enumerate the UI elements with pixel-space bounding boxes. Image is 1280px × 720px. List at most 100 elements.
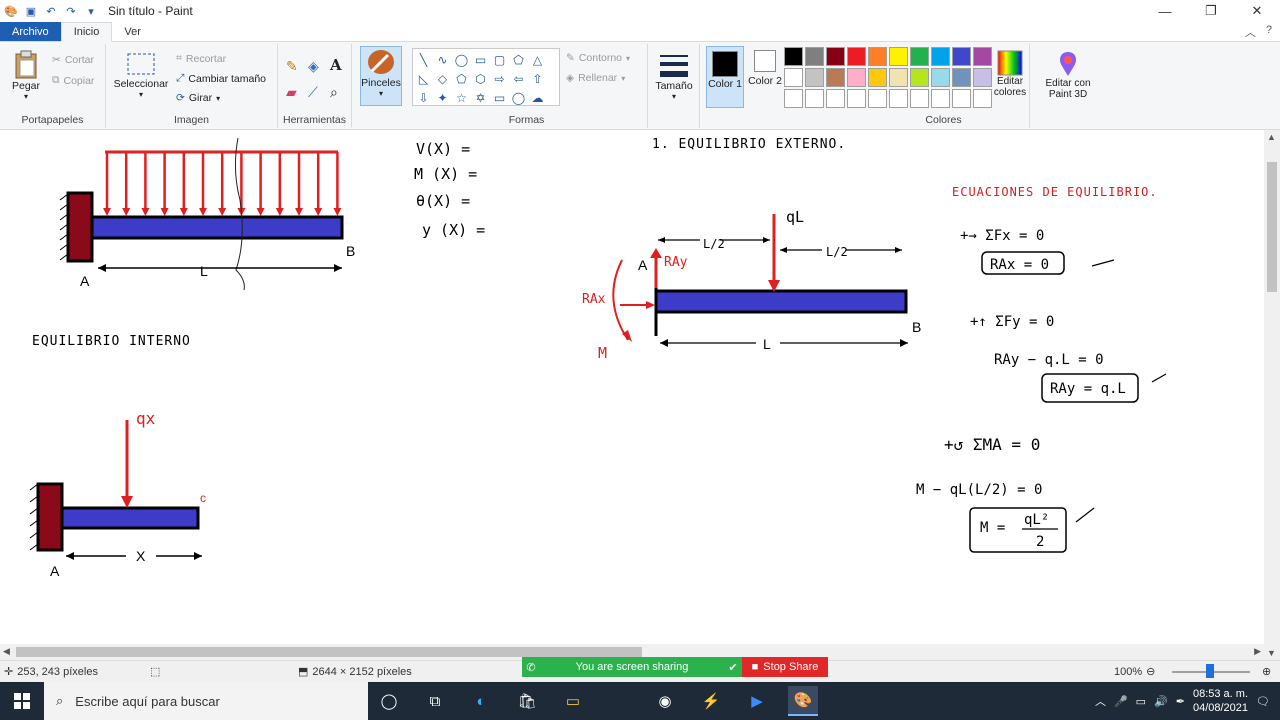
select-button[interactable]: Seleccionar ▾ [112, 52, 170, 99]
callout-oval-shape-icon[interactable]: ◯ [509, 88, 528, 107]
zoom-app-icon[interactable]: ▶ [742, 686, 772, 716]
windows-start-button[interactable] [0, 682, 44, 720]
diamond-shape-icon[interactable]: ◇ [433, 69, 452, 88]
cortana-icon[interactable]: ◯ [374, 686, 404, 716]
arrow-left-shape-icon[interactable]: ⇦ [509, 69, 528, 88]
drawing-canvas[interactable]: A B L EQUILIBRIO INTERNO qx c X A V(X) =… [0, 130, 1264, 644]
color1-button[interactable]: Color 1 [706, 46, 744, 108]
taskbar-search[interactable]: ⌕ Escribe aquí para buscar [44, 682, 368, 720]
callout-rect-shape-icon[interactable]: ▭ [490, 88, 509, 107]
triangle-shape-icon[interactable]: △ [528, 50, 547, 69]
tab-archivo[interactable]: Archivo [0, 22, 61, 41]
save-icon[interactable]: ▣ [24, 4, 38, 18]
arrow-up-shape-icon[interactable]: ⇧ [528, 69, 547, 88]
rotate-button[interactable]: ⟳ Girar ▾ [176, 92, 220, 104]
brushes-button[interactable]: Pinceles ▾ [360, 46, 402, 106]
store-icon[interactable]: 🛍 [512, 686, 542, 716]
polygon-shape-icon[interactable]: ⬠ [509, 50, 528, 69]
eraser-icon[interactable]: ▰ [286, 84, 297, 101]
clock[interactable]: 08:53 a. m. 04/08/2021 [1193, 687, 1248, 715]
text-tool-icon[interactable]: A [330, 56, 342, 74]
palette-swatch[interactable] [784, 47, 803, 66]
star5-shape-icon[interactable]: ☆ [452, 88, 471, 107]
color-picker-icon[interactable]: ⟋ [308, 84, 318, 101]
rectangle-shape-icon[interactable]: ▭ [471, 50, 490, 69]
notifications-icon[interactable]: 🗨 [1256, 695, 1270, 708]
microphone-icon[interactable]: 🎤 [1114, 695, 1128, 708]
callout-cloud-shape-icon[interactable]: ☁ [528, 88, 547, 107]
paint3d-button[interactable]: Editar con Paint 3D [1038, 50, 1098, 100]
pencil-icon[interactable]: ✎ [286, 58, 298, 75]
color2-button[interactable]: Color 2 [748, 50, 782, 87]
selection-size: ⬚ [150, 665, 160, 678]
crop-button[interactable]: ⌗ Recortar [176, 52, 226, 65]
palette-swatch[interactable] [826, 89, 845, 108]
arrow-down-shape-icon[interactable]: ⇩ [414, 88, 433, 107]
palette-swatch[interactable] [826, 47, 845, 66]
stop-share-button[interactable]: ■ Stop Share [742, 657, 828, 677]
tab-ver[interactable]: Ver [112, 22, 153, 41]
scroll-left-icon[interactable]: ◀ [3, 646, 10, 657]
palette-swatch[interactable] [784, 89, 803, 108]
resize-button[interactable]: ⤢ Cambiar tamaño [176, 72, 266, 85]
paste-button[interactable]: Pegar ▾ [8, 50, 44, 101]
right-triangle-shape-icon[interactable]: ◺ [414, 69, 433, 88]
file-explorer-icon[interactable]: ▭ [558, 686, 588, 716]
scroll-right-icon[interactable]: ▶ [1254, 646, 1261, 657]
redo-icon[interactable]: ↷ [64, 4, 78, 18]
line-shape-icon[interactable]: ╲ [414, 50, 433, 69]
star6-shape-icon[interactable]: ✡ [471, 88, 490, 107]
customize-dropdown-icon[interactable]: ▾ [84, 4, 98, 18]
rounded-rectangle-shape-icon[interactable]: ▢ [490, 50, 509, 69]
pen-icon[interactable]: ✒ [1176, 695, 1185, 708]
cut-button[interactable]: ✂ Cortar [52, 54, 94, 66]
quick-access-toolbar: 🎨 ▣ ↶ ↷ ▾ [0, 4, 98, 18]
oval-shape-icon[interactable]: ◯ [452, 50, 471, 69]
star4-shape-icon[interactable]: ✦ [433, 88, 452, 107]
zoom-out-icon[interactable]: ⊖ [1146, 665, 1155, 678]
help-icon[interactable]: ? [1266, 24, 1272, 40]
zoom-in-icon[interactable]: ⊕ [1262, 665, 1271, 678]
curve-shape-icon[interactable]: ∿ [433, 50, 452, 69]
acrobat-icon[interactable]: ⚡ [696, 686, 726, 716]
collapse-ribbon-icon[interactable]: ︿ [1245, 24, 1256, 40]
selection-icon [127, 53, 155, 75]
label-m: M [598, 344, 607, 362]
edge-icon[interactable]: ◐ [466, 686, 496, 716]
palette-swatch[interactable] [805, 68, 824, 87]
magnifier-icon[interactable]: ⌕ [330, 84, 338, 101]
volume-icon[interactable]: 🔊 [1154, 695, 1168, 708]
maximize-button[interactable]: ❐ [1188, 0, 1234, 22]
group-image: Seleccionar ▾ ⌗ Recortar ⤢ Cambiar tamaño … [106, 44, 278, 128]
hexagon-shape-icon[interactable]: ⬡ [471, 69, 490, 88]
point-load-beam: qx c X A [29, 409, 206, 579]
chevron-up-icon[interactable]: ︿ [1095, 693, 1106, 709]
fill-bucket-icon[interactable]: ◈ [308, 58, 319, 75]
close-button[interactable]: ✕ [1234, 0, 1280, 22]
scroll-down-icon[interactable]: ▼ [1267, 648, 1276, 658]
vertical-scrollbar[interactable]: ▲ ▼ [1264, 130, 1280, 660]
paint-taskbar-icon[interactable]: 🎨 [788, 686, 818, 716]
pentagon-shape-icon[interactable]: ⬠ [452, 69, 471, 88]
size-button[interactable]: Tamaño ▾ [654, 52, 694, 101]
horizontal-scroll-thumb[interactable] [16, 647, 642, 657]
task-view-icon[interactable]: ⧉ [420, 686, 450, 716]
palette-swatch[interactable] [784, 68, 803, 87]
battery-icon[interactable]: ▭ [1136, 695, 1146, 708]
outline-button[interactable]: ✎ Contorno ▾ [566, 52, 630, 64]
palette-swatch[interactable] [805, 89, 824, 108]
tab-inicio[interactable]: Inicio [60, 22, 113, 42]
zoom-slider-knob[interactable] [1206, 664, 1214, 678]
undo-icon[interactable]: ↶ [44, 4, 58, 18]
arrow-right-shape-icon[interactable]: ⇨ [490, 69, 509, 88]
copy-button[interactable]: ⧉ Copiar [52, 74, 94, 87]
minimize-button[interactable]: — [1142, 0, 1188, 22]
load-arrow-head [199, 208, 207, 216]
chrome-icon[interactable]: ◉ [650, 686, 680, 716]
vertical-scroll-thumb[interactable] [1267, 162, 1277, 292]
functions-list: V(X) = M (X) = θ(X) = y (X) = [414, 140, 485, 239]
scroll-up-icon[interactable]: ▲ [1267, 132, 1276, 142]
palette-swatch[interactable] [805, 47, 824, 66]
fill-button[interactable]: ◈ Rellenar ▾ [566, 72, 625, 84]
palette-swatch[interactable] [826, 68, 845, 87]
